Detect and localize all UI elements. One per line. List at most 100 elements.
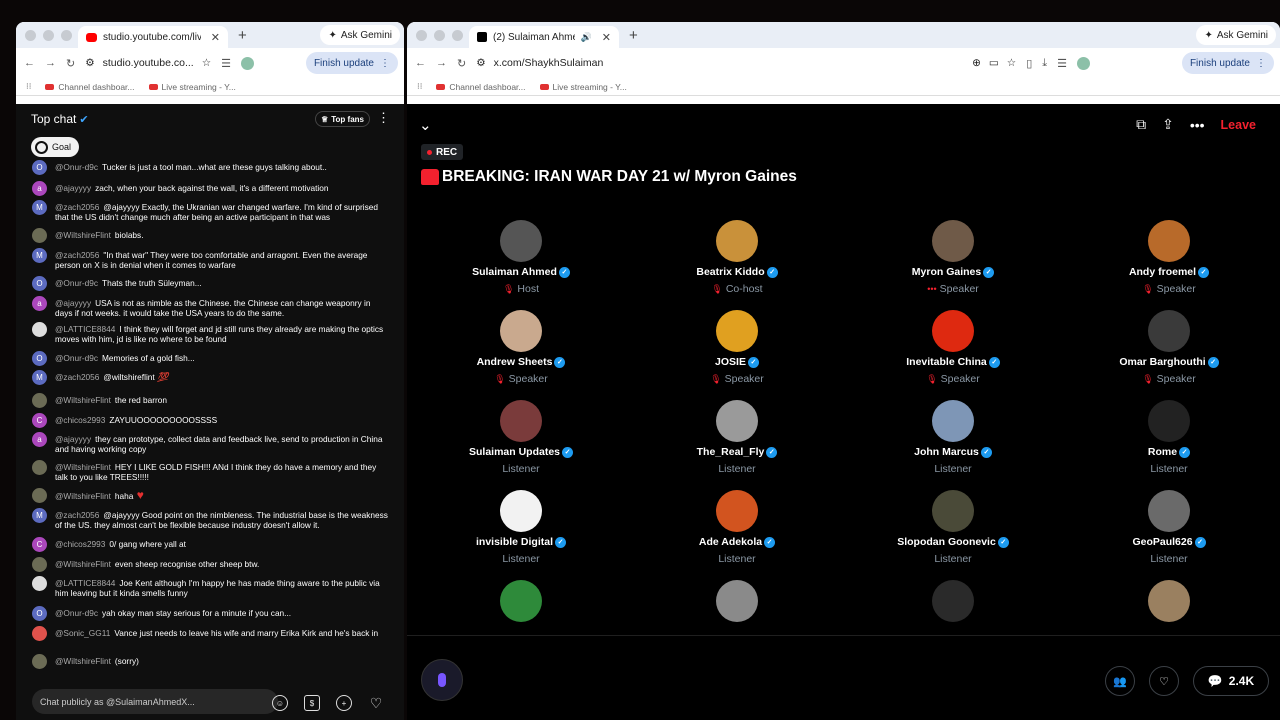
participant[interactable]: Slopodan Goonevic ✓ Listener bbox=[853, 490, 1053, 565]
message-author[interactable]: @ajayyyy bbox=[55, 298, 91, 308]
more-icon[interactable]: ••• bbox=[1190, 117, 1205, 133]
avatar[interactable] bbox=[500, 490, 542, 532]
avatar[interactable] bbox=[32, 488, 47, 503]
chat-message[interactable]: a @ajayyyy they can prototype, collect dat… bbox=[32, 432, 390, 454]
message-author[interactable]: @ajayyyy bbox=[55, 183, 91, 193]
avatar[interactable] bbox=[1148, 400, 1190, 442]
participant[interactable]: invisible Digital ✓ Listener bbox=[421, 490, 621, 565]
avatar[interactable] bbox=[32, 626, 47, 641]
avatar[interactable]: O bbox=[32, 606, 47, 621]
avatar[interactable] bbox=[32, 557, 47, 572]
chat-message[interactable]: a @ajayyyy USA is not as nimble as the Chi… bbox=[32, 296, 390, 318]
profile-avatar[interactable] bbox=[1077, 56, 1091, 70]
avatar[interactable] bbox=[1148, 580, 1190, 622]
avatar[interactable] bbox=[500, 400, 542, 442]
avatar[interactable]: a bbox=[32, 432, 47, 447]
participant[interactable]: Ade Adekola ✓ Listener bbox=[637, 490, 837, 565]
participant[interactable]: Inevitable China ✓ 🎙 Speaker bbox=[853, 310, 1053, 385]
chat-message[interactable]: C @chicos2993 ZAYUUOOOOOOOOOSSSS bbox=[32, 413, 390, 428]
listener-count-button[interactable]: 💬 2.4K bbox=[1193, 666, 1269, 696]
avatar[interactable]: M bbox=[32, 370, 47, 385]
cast-icon[interactable]: ▭ bbox=[989, 57, 999, 69]
message-author[interactable]: @LATTICE8844 bbox=[55, 324, 115, 334]
reading-list-icon[interactable]: ☰ bbox=[1057, 57, 1067, 70]
participant[interactable]: Andrew Sheets ✓ 🎙 Speaker bbox=[421, 310, 621, 385]
people-icon[interactable]: 👥 bbox=[1105, 666, 1135, 696]
participant[interactable]: The_Real_Fly ✓ Listener bbox=[637, 400, 837, 475]
zoom-icon[interactable]: ⊕ bbox=[972, 57, 981, 69]
chat-message[interactable]: M @zach2056 "In that war" They were too co… bbox=[32, 248, 390, 270]
leave-button[interactable]: Leave bbox=[1221, 118, 1256, 132]
site-settings-icon[interactable]: ⚙ bbox=[476, 57, 485, 69]
heart-icon[interactable]: ♡ bbox=[368, 695, 384, 711]
top-fans-button[interactable]: ♕ Top fans bbox=[315, 111, 370, 127]
close-tab-icon[interactable]: ✕ bbox=[211, 31, 220, 44]
chat-message[interactable]: O @Onur-d9c yah okay man stay serious for … bbox=[32, 606, 390, 621]
reload-icon[interactable]: ↻ bbox=[457, 57, 466, 70]
avatar[interactable] bbox=[932, 220, 974, 262]
browser-tab[interactable]: studio.youtube.com/live_chat ✕ bbox=[78, 26, 228, 48]
chat-message[interactable]: O @Onur-d9c Thats the truth Süleyman... bbox=[32, 276, 390, 291]
bookmark-item[interactable]: Live streaming - Y... bbox=[539, 82, 627, 92]
collapse-chevron-icon[interactable]: ⌄ bbox=[419, 116, 432, 134]
emoji-icon[interactable]: ☺ bbox=[272, 695, 288, 711]
avatar[interactable] bbox=[500, 220, 542, 262]
participant[interactable]: Beatrix Kiddo ✓ 🎙 Co-host bbox=[637, 220, 837, 295]
reading-list-icon[interactable]: ☰ bbox=[221, 57, 231, 70]
participant[interactable]: Sulaiman Updates ✓ Listener bbox=[421, 400, 621, 475]
chat-message[interactable]: O @Onur-d9c Memories of a gold fish... bbox=[32, 351, 390, 366]
ask-gemini-button[interactable]: ✦ Ask Gemini bbox=[1196, 25, 1276, 45]
avatar[interactable] bbox=[32, 654, 47, 669]
avatar[interactable] bbox=[932, 400, 974, 442]
avatar[interactable]: M bbox=[32, 200, 47, 215]
message-author[interactable]: @WiltshireFlint bbox=[55, 395, 111, 405]
window-controls[interactable] bbox=[16, 29, 78, 41]
participant[interactable]: John Marcus ✓ Listener bbox=[853, 400, 1053, 475]
chat-message[interactable]: M @zach2056 @ajayyyy Exactly, the Ukranian… bbox=[32, 200, 390, 222]
avatar[interactable]: O bbox=[32, 351, 47, 366]
message-author[interactable]: @Onur-d9c bbox=[55, 162, 98, 172]
reload-icon[interactable]: ↻ bbox=[66, 57, 75, 70]
message-author[interactable]: @WiltshireFlint bbox=[55, 656, 111, 666]
avatar[interactable] bbox=[32, 322, 47, 337]
message-author[interactable]: @WiltshireFlint bbox=[55, 462, 111, 472]
chat-message[interactable]: @WiltshireFlint biolabs. bbox=[32, 228, 390, 243]
request-mic-button[interactable] bbox=[421, 659, 463, 701]
participant[interactable] bbox=[421, 580, 621, 622]
bookmark-item[interactable]: Channel dashboar... bbox=[436, 82, 526, 92]
download-icon[interactable]: ⤓ bbox=[1042, 57, 1047, 70]
avatar[interactable] bbox=[500, 310, 542, 352]
avatar[interactable] bbox=[932, 490, 974, 532]
bookmark-item[interactable]: Live streaming - Y... bbox=[148, 82, 236, 92]
goal-chip[interactable]: Goal bbox=[31, 137, 80, 157]
finish-update-button[interactable]: Finish update ⋮ bbox=[1181, 52, 1274, 74]
message-author[interactable]: @WiltshireFlint bbox=[55, 230, 111, 240]
message-author[interactable]: @WiltshireFlint bbox=[55, 559, 111, 569]
chat-message[interactable]: M @zach2056 @ajayyyy Good point on the nim… bbox=[32, 508, 390, 530]
chat-message[interactable]: a @ajayyyy zach, when your back against th… bbox=[32, 181, 390, 196]
bookmark-star-icon[interactable]: ☆ bbox=[1007, 57, 1016, 69]
bookmark-item[interactable]: Channel dashboar... bbox=[45, 82, 135, 92]
avatar[interactable] bbox=[1148, 310, 1190, 352]
participant[interactable]: GeoPaul626 ✓ Listener bbox=[1069, 490, 1269, 565]
participant[interactable] bbox=[853, 580, 1053, 622]
finish-update-button[interactable]: Finish update ⋮ bbox=[305, 52, 398, 74]
chat-message[interactable]: C @chicos2993 0/ gang where yall at bbox=[32, 537, 390, 552]
back-icon[interactable]: ← bbox=[24, 57, 35, 69]
chat-message[interactable]: @WiltshireFlint (sorry) bbox=[32, 654, 390, 669]
back-icon[interactable]: ← bbox=[415, 57, 426, 69]
add-icon[interactable]: + bbox=[336, 695, 352, 711]
super-chat-icon[interactable]: $ bbox=[304, 695, 320, 711]
avatar[interactable]: a bbox=[32, 296, 47, 311]
message-author[interactable]: @Onur-d9c bbox=[55, 353, 98, 363]
browser-tab[interactable]: (2) Sulaiman Ahmed (@Sh 🔊 ✕ bbox=[469, 26, 619, 48]
profile-avatar[interactable] bbox=[241, 56, 254, 70]
avatar[interactable]: O bbox=[32, 160, 47, 175]
chat-message[interactable]: @WiltshireFlint even sheep recognise othe… bbox=[32, 557, 390, 572]
message-author[interactable]: @WiltshireFlint bbox=[55, 491, 111, 501]
avatar[interactable]: C bbox=[32, 537, 47, 552]
message-author[interactable]: @Onur-d9c bbox=[55, 278, 98, 288]
message-author[interactable]: @zach2056 bbox=[55, 372, 99, 382]
avatar[interactable] bbox=[932, 580, 974, 622]
heart-react-icon[interactable]: ♡ bbox=[1149, 666, 1179, 696]
